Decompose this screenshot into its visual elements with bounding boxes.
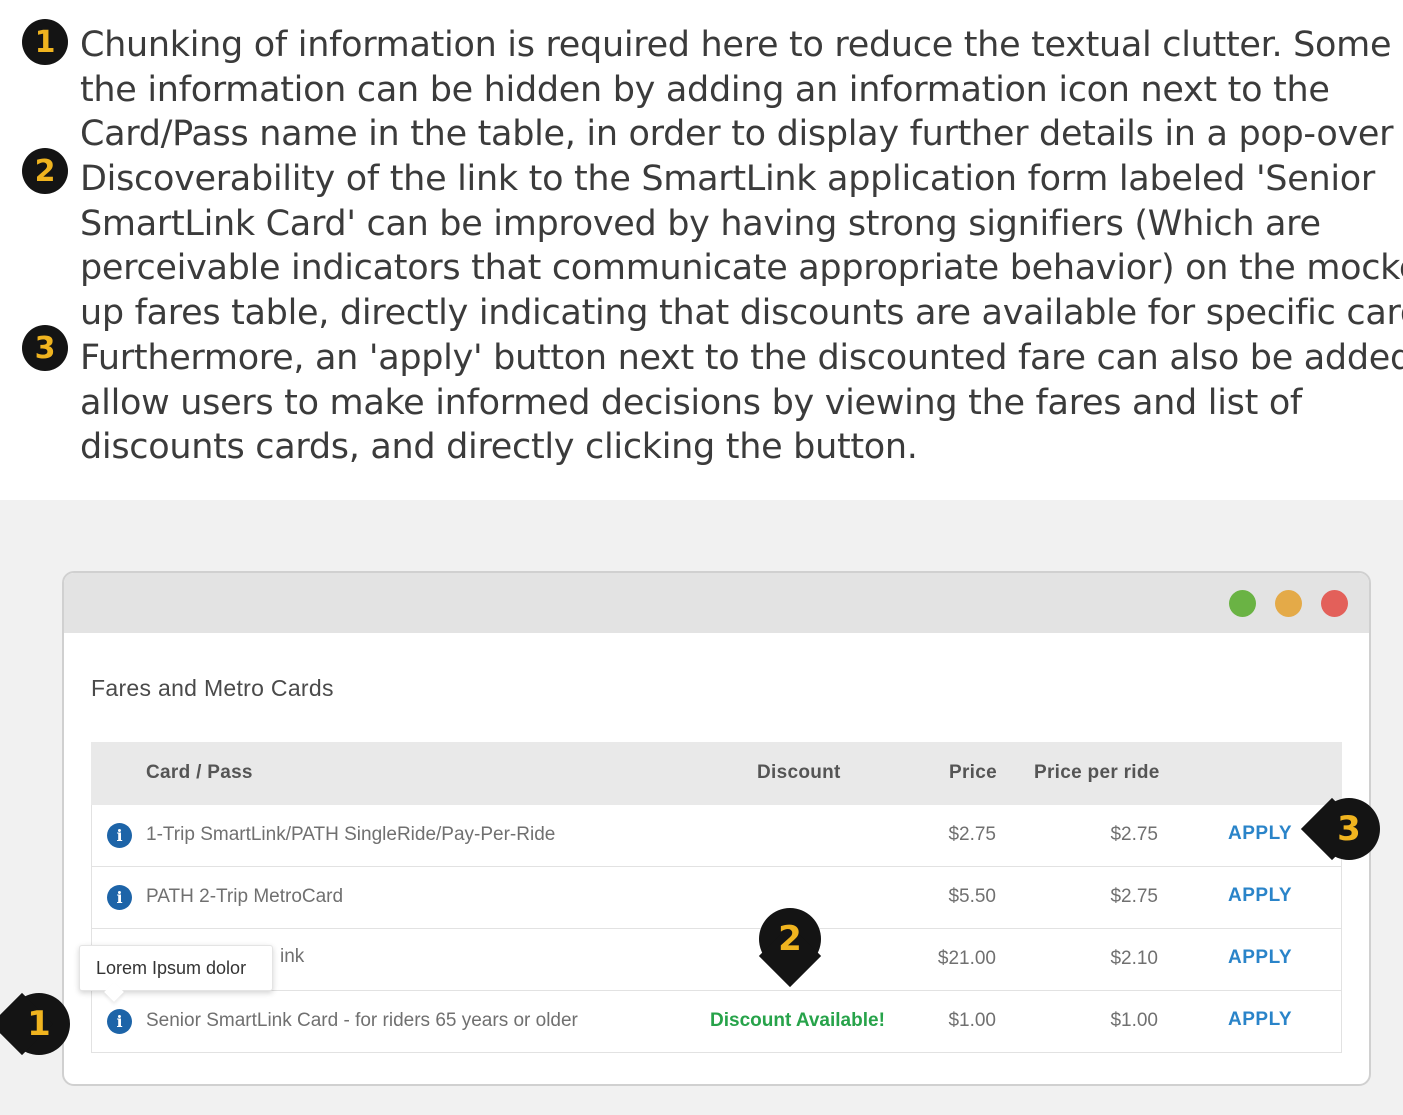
info-icon[interactable]: i (107, 823, 132, 848)
note-3: Furthermore, an 'apply' button next to t… (80, 336, 1403, 470)
note-2-line: SmartLink Card' can be improved by havin… (80, 203, 1321, 244)
info-icon[interactable]: i (107, 885, 132, 910)
callout-number: 3 (1337, 809, 1361, 849)
callout-number: 2 (778, 919, 802, 959)
info-icon[interactable]: i (107, 1009, 132, 1034)
price: $2.75 (948, 824, 996, 845)
page-title: Fares and Metro Cards (91, 675, 334, 701)
apply-button[interactable]: APPLY (1228, 823, 1292, 845)
minimize-dot-icon[interactable] (1275, 590, 1302, 617)
price-per-ride: $2.10 (1110, 948, 1158, 969)
note-2: Discoverability of the link to the Smart… (80, 157, 1403, 335)
note-number-2-badge: 2 (22, 148, 68, 194)
note-2-line: Discoverability of the link to the Smart… (80, 159, 1375, 199)
price: $21.00 (937, 948, 996, 969)
apply-button[interactable]: APPLY (1228, 885, 1292, 907)
mockup-area: Fares and Metro Cards Card / Pass Discou… (0, 500, 1403, 1115)
card-name: Senior SmartLink Card - for riders 65 ye… (146, 1010, 578, 1031)
note-number-3-badge: 3 (22, 325, 68, 371)
note-1: Chunking of information is required here… (80, 23, 1403, 157)
window-titlebar (64, 573, 1369, 633)
table-row: i Senior SmartLink Card - for riders 65 … (91, 991, 1342, 1053)
note-3-line: Furthermore, an 'apply' button next to t… (80, 338, 1403, 378)
header-discount: Discount (757, 762, 841, 783)
header-card: Card / Pass (146, 762, 253, 783)
table-row: i 1-Trip SmartLink/PATH SingleRide/Pay-P… (91, 805, 1342, 867)
annotation-notes: 1 Chunking of information is required he… (0, 0, 1403, 500)
card-name: ink (280, 946, 305, 967)
callout-marker-3: 3 (1318, 798, 1380, 860)
price-per-ride: $2.75 (1110, 886, 1158, 907)
maximize-dot-icon[interactable] (1229, 590, 1256, 617)
price: $1.00 (948, 1010, 996, 1031)
discount-available-label: Discount Available! (710, 1010, 885, 1031)
price: $5.50 (948, 886, 996, 907)
table-row: i PATH 2-Trip MetroCard $5.50 $2.75 APPL… (91, 867, 1342, 929)
price-per-ride: $2.75 (1110, 824, 1158, 845)
fares-table: Card / Pass Discount Price Price per rid… (91, 742, 1342, 1053)
note-2-line: perceivable indicators that communicate … (80, 248, 1403, 289)
note-3-line: allow users to make informed decisions b… (80, 382, 1302, 423)
apply-button[interactable]: APPLY (1228, 1009, 1292, 1031)
table-header: Card / Pass Discount Price Price per rid… (91, 742, 1342, 805)
header-price: Price (949, 762, 997, 783)
browser-window: Fares and Metro Cards Card / Pass Discou… (62, 571, 1371, 1086)
note-3-line: discounts cards, and directly clicking t… (80, 427, 918, 468)
card-name: 1-Trip SmartLink/PATH SingleRide/Pay-Per… (146, 824, 556, 845)
info-popover-tooltip: Lorem Ipsum dolor (79, 945, 273, 991)
apply-button[interactable]: APPLY (1228, 947, 1292, 969)
table-row: ink $21.00 $2.10 APPLY (91, 929, 1342, 991)
callout-number: 1 (27, 1004, 51, 1044)
close-dot-icon[interactable] (1321, 590, 1348, 617)
callout-marker-1: 1 (8, 993, 70, 1055)
callout-marker-2: 2 (759, 908, 821, 970)
price-per-ride: $1.00 (1110, 1010, 1158, 1031)
note-1-line: the information can be hidden by adding … (80, 69, 1330, 110)
card-name: PATH 2-Trip MetroCard (146, 886, 344, 907)
note-2-line: up fares table, directly indicating that… (80, 292, 1403, 333)
header-price-per-ride: Price per ride (1034, 762, 1160, 783)
note-1-line: Chunking of information is required here… (80, 25, 1403, 65)
note-1-line: Card/Pass name in the table, in order to… (80, 114, 1394, 155)
note-number-1-badge: 1 (22, 19, 68, 65)
